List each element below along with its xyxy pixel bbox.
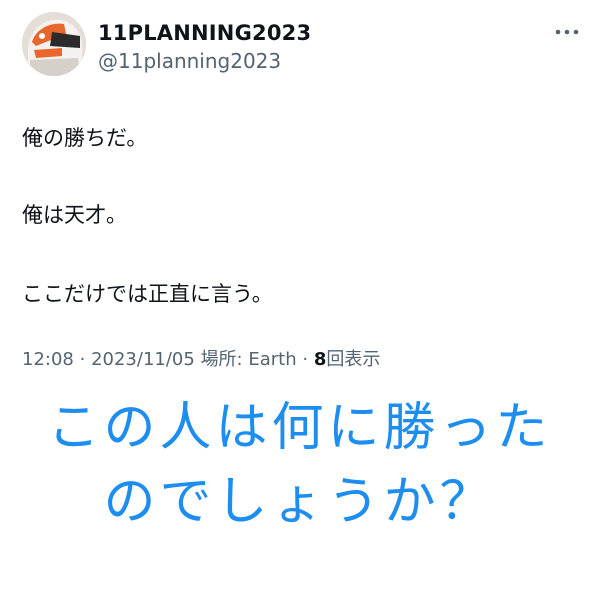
tweet-text-line: 俺は天才。: [22, 203, 127, 227]
display-name[interactable]: 11PLANNING2023: [98, 20, 311, 46]
views-label: 回表示: [326, 349, 381, 370]
user-handle[interactable]: @11planning2023: [98, 48, 311, 74]
overlay-caption-line: のでしょうか？: [103, 472, 496, 532]
tweet-text-line: 俺の勝ちだ。: [22, 126, 148, 150]
more-horizontal-icon: [555, 29, 579, 35]
helmet-avatar-image: [22, 12, 86, 76]
more-options-button[interactable]: [552, 20, 582, 44]
tweet-time[interactable]: 12:08: [22, 349, 74, 370]
tweet-date[interactable]: 2023/11/05: [91, 349, 195, 370]
tweet-meta: 12:08 · 2023/11/05 場所: Earth · 8回表示: [22, 348, 380, 372]
tweet-card: 11PLANNING2023 @11planning2023 俺の勝ちだ。 俺は…: [0, 0, 599, 600]
avatar[interactable]: [22, 12, 86, 76]
meta-separator: ·: [302, 349, 309, 370]
user-info: 11PLANNING2023 @11planning2023: [98, 20, 311, 74]
location-label: 場所:: [200, 349, 243, 370]
views-count: 8: [313, 349, 327, 370]
tweet-header: 11PLANNING2023 @11planning2023: [22, 12, 582, 82]
overlay-caption-line: この人は何に勝った: [47, 398, 552, 458]
meta-separator: ·: [79, 349, 86, 370]
location-value: Earth: [248, 349, 297, 370]
tweet-text-line: ここだけでは正直に言う。: [22, 282, 273, 306]
